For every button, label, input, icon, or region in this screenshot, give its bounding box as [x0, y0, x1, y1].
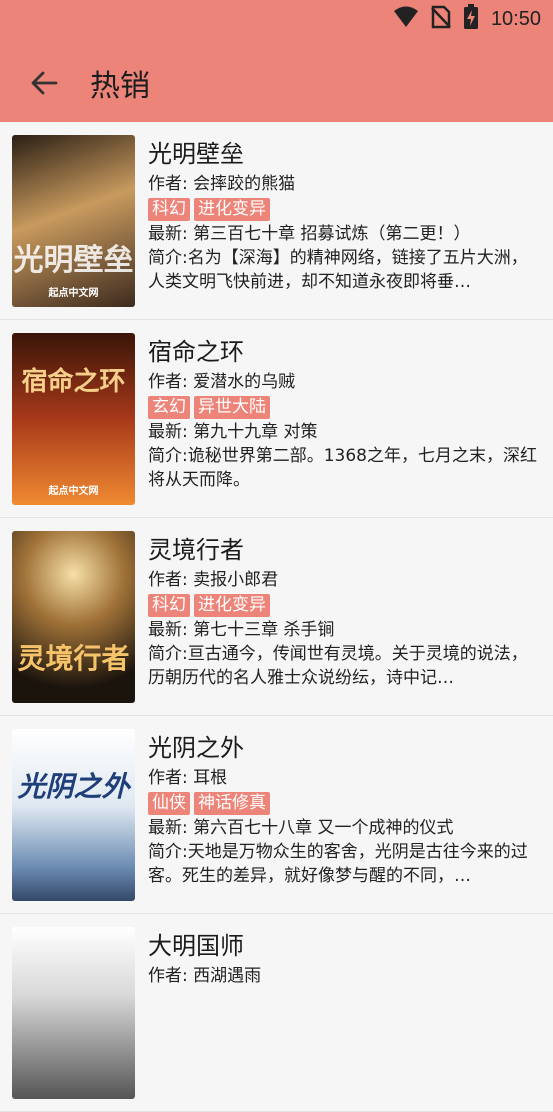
list-item[interactable]: 光阴之外 光阴之外 作者: 耳根 仙侠 神话修真 最新: 第六百七十八章 又一个… [0, 716, 553, 914]
book-author: 作者: 西湖遇雨 [148, 966, 262, 986]
book-title: 灵境行者 [148, 536, 244, 564]
back-button[interactable] [14, 53, 74, 113]
book-title: 光明壁垒 [148, 140, 244, 168]
tag: 异世大陆 [194, 395, 270, 419]
book-latest-chapter: 最新: 第九十九章 对策 [148, 422, 318, 442]
book-latest-chapter: 最新: 第三百七十章 招募试炼（第二更！） [148, 224, 471, 244]
wifi-icon [393, 6, 419, 32]
book-cover: 光阴之外 [12, 729, 135, 901]
tag: 科幻 [148, 197, 190, 221]
list-item[interactable]: 大明国师 作者: 西湖遇雨 [0, 914, 553, 1112]
page-title: 热销 [90, 69, 150, 104]
status-time: 10:50 [490, 7, 541, 30]
tag: 玄幻 [148, 395, 190, 419]
book-tags: 科幻 进化变异 [148, 196, 539, 222]
book-intro: 简介:天地是万物众生的客舍，光阴是古往今来的过客。死生的差异，就好像梦与醒的不同… [148, 842, 528, 886]
book-author: 作者: 耳根 [148, 768, 228, 788]
book-title: 大明国师 [148, 932, 244, 960]
book-tags: 科幻 进化变异 [148, 592, 539, 618]
tag: 进化变异 [194, 593, 270, 617]
book-intro: 简介:名为【深海】的精神网络，链接了五片大洲，人类文明飞快前进，却不知道永夜即将… [148, 248, 528, 292]
book-latest-chapter: 最新: 第七十三章 杀手锏 [148, 620, 335, 640]
tag: 进化变异 [194, 197, 270, 221]
app-bar: 10:50 热销 [0, 0, 553, 122]
book-author: 作者: 爱潜水的乌贼 [148, 372, 296, 392]
book-cover [12, 927, 135, 1099]
tag: 神话修真 [194, 791, 270, 815]
no-sim-icon [431, 5, 451, 33]
book-cover: 光明壁垒 起点中文网 [12, 135, 135, 307]
book-list: 光明壁垒 起点中文网 光明壁垒 作者: 会摔跤的熊猫 科幻 进化变异 最新: 第… [0, 122, 553, 1112]
book-latest-chapter: 最新: 第六百七十八章 又一个成神的仪式 [148, 818, 454, 838]
toolbar: 热销 [0, 44, 553, 122]
book-tags: 仙侠 神话修真 [148, 790, 539, 816]
book-cover: 灵境行者 [12, 531, 135, 703]
list-item[interactable]: 灵境行者 灵境行者 作者: 卖报小郎君 科幻 进化变异 最新: 第七十三章 杀手… [0, 518, 553, 716]
list-item[interactable]: 光明壁垒 起点中文网 光明壁垒 作者: 会摔跤的熊猫 科幻 进化变异 最新: 第… [0, 122, 553, 320]
status-bar: 10:50 [393, 4, 541, 34]
book-cover: 宿命之环 起点中文网 [12, 333, 135, 505]
book-tags: 玄幻 异世大陆 [148, 394, 539, 420]
list-item[interactable]: 宿命之环 起点中文网 宿命之环 作者: 爱潜水的乌贼 玄幻 异世大陆 最新: 第… [0, 320, 553, 518]
battery-charging-icon [463, 4, 479, 34]
book-title: 宿命之环 [148, 338, 244, 366]
tag: 仙侠 [148, 791, 190, 815]
book-author: 作者: 会摔跤的熊猫 [148, 174, 296, 194]
book-title: 光阴之外 [148, 734, 244, 762]
book-intro: 简介:亘古通今，传闻世有灵境。关于灵境的说法，历朝历代的名人雅士众说纷纭，诗中记… [148, 644, 528, 688]
book-author: 作者: 卖报小郎君 [148, 570, 279, 590]
book-intro: 简介:诡秘世界第二部。1368之年，七月之末，深红将从天而降。 [148, 446, 537, 490]
tag: 科幻 [148, 593, 190, 617]
arrow-left-icon [31, 71, 58, 95]
